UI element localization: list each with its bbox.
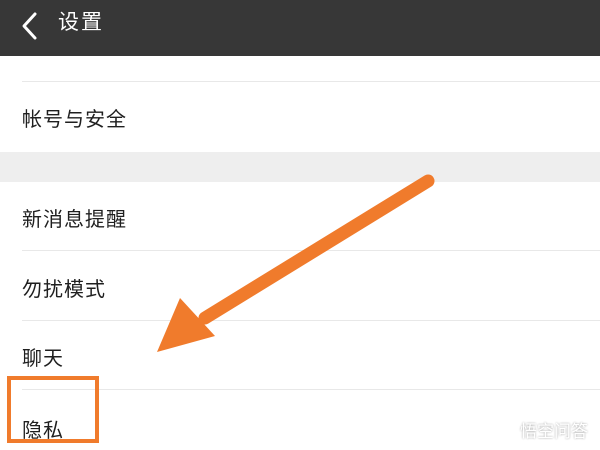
chevron-left-icon: [22, 12, 37, 40]
back-button[interactable]: [12, 8, 48, 44]
settings-item-do-not-disturb[interactable]: 勿扰模式: [0, 251, 600, 320]
page-title: 设置: [58, 10, 104, 34]
title-bar: 设置: [0, 0, 600, 56]
settings-item-label: 勿扰模式: [22, 277, 106, 301]
settings-item-label: 聊天: [22, 346, 64, 370]
settings-item-label: 帐号与安全: [22, 107, 127, 131]
settings-item-privacy[interactable]: 隐私: [0, 390, 600, 450]
settings-item-chat[interactable]: 聊天: [0, 321, 600, 389]
settings-item-label: 隐私: [22, 418, 64, 442]
settings-item-new-message-alert[interactable]: 新消息提醒: [0, 182, 600, 250]
settings-item-account-security[interactable]: 帐号与安全: [0, 82, 600, 152]
section-separator: [0, 152, 600, 182]
settings-item-label: 新消息提醒: [22, 207, 127, 231]
settings-screen: 设置 帐号与安全 新消息提醒 勿扰模式 聊天 隐私 悟空问答: [0, 0, 600, 450]
